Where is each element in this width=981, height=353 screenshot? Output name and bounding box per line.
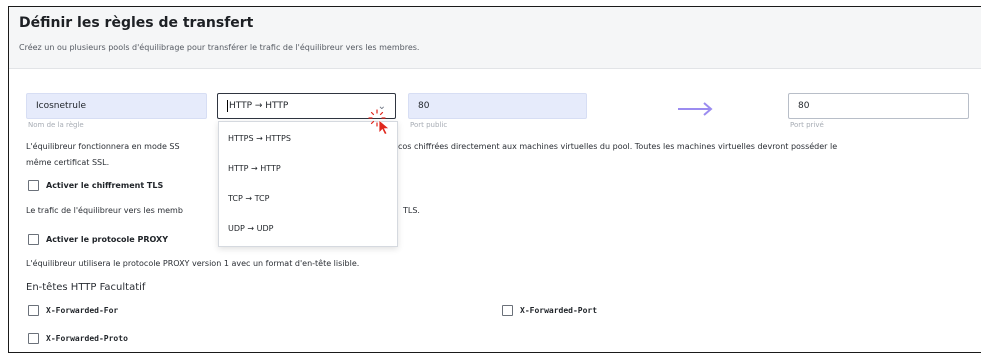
dropdown-option[interactable]: HTTP → HTTP	[219, 155, 397, 182]
private-port-hint: Port privé	[790, 121, 824, 129]
protocol-value: HTTP → HTTP	[229, 101, 289, 111]
http-headers-title: En-têtes HTTP Facultatif	[26, 282, 146, 293]
tls-checkbox[interactable]	[28, 180, 39, 191]
click-cursor-icon	[368, 109, 391, 135]
ssl-description-line2: même certificat SSL.	[26, 158, 110, 167]
forwarded-port-checkbox[interactable]	[502, 305, 513, 316]
tls-description-left: Le trafic de l'équilibreur vers les memb	[26, 206, 183, 215]
form-header: Définir les règles de transfert Créez un…	[9, 7, 981, 69]
public-port-value: 80	[418, 101, 430, 111]
forwarded-proto-label: X-Forwarded-Proto	[46, 334, 128, 343]
header-option-forwarded-for[interactable]: X-Forwarded-For	[28, 305, 118, 316]
tls-description-right: TLS.	[403, 206, 420, 215]
proxy-checkbox[interactable]	[28, 234, 39, 245]
proxy-label: Activer le protocole PROXY	[46, 235, 169, 244]
arrow-right-icon	[678, 102, 713, 116]
proxy-description: L'équilibreur utilisera le protocole PRO…	[26, 259, 360, 268]
header-option-forwarded-proto[interactable]: X-Forwarded-Proto	[28, 333, 128, 344]
forwarded-port-label: X-Forwarded-Port	[520, 306, 598, 315]
rule-name-input[interactable]: Icosnetrule	[26, 93, 207, 119]
text-caret	[227, 99, 228, 112]
rule-name-value: Icosnetrule	[36, 101, 87, 111]
protocol-dropdown-menu: HTTPS → HTTPS HTTP → HTTP TCP → TCP UDP …	[218, 121, 398, 247]
forwarded-for-label: X-Forwarded-For	[46, 306, 119, 315]
page-subtitle: Créez un ou plusieurs pools d'équilibrag…	[19, 43, 420, 52]
header-option-forwarded-port[interactable]: X-Forwarded-Port	[502, 305, 597, 316]
dropdown-option[interactable]: UDP → UDP	[219, 215, 397, 242]
page-title: Définir les règles de transfert	[19, 15, 254, 31]
forwarded-for-checkbox[interactable]	[28, 305, 39, 316]
ssl-description-right: cos chiffrées directement aux machines v…	[398, 142, 838, 151]
rule-name-hint: Nom de la règle	[28, 121, 84, 129]
private-port-input[interactable]: 80	[788, 93, 969, 119]
ssl-description-left: L'équilibreur fonctionnera en mode SS	[26, 142, 180, 151]
forwarded-proto-checkbox[interactable]	[28, 333, 39, 344]
public-port-hint: Port public	[410, 121, 448, 129]
proxy-option[interactable]: Activer le protocole PROXY	[28, 234, 168, 245]
tls-label: Activer le chiffrement TLS	[46, 181, 164, 190]
public-port-input[interactable]: 80	[408, 93, 587, 119]
dropdown-option[interactable]: TCP → TCP	[219, 185, 397, 212]
private-port-value: 80	[798, 101, 810, 111]
tls-option[interactable]: Activer le chiffrement TLS	[28, 180, 163, 191]
